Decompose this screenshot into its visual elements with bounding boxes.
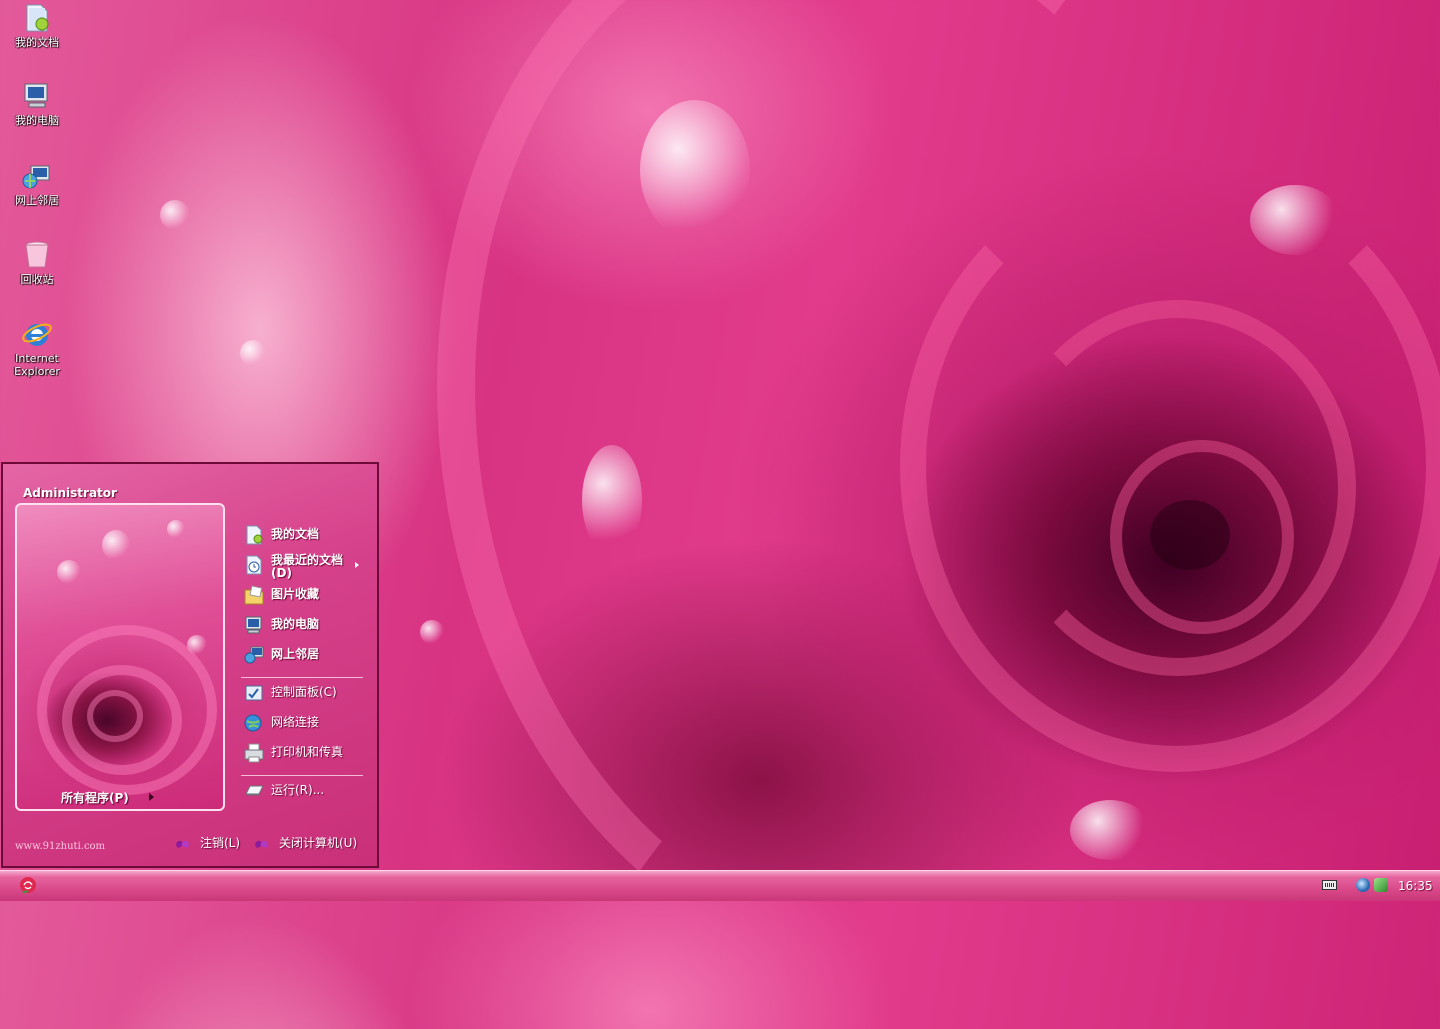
wallpaper-petal <box>1000 300 1356 676</box>
menu-separator <box>241 775 363 776</box>
wallpaper-petal <box>1110 440 1294 634</box>
water-drop <box>582 445 642 555</box>
menu-item-label: 网上邻居 <box>271 647 320 661</box>
menu-item-label: 运行(R)... <box>271 783 325 797</box>
desktop-icon-label: 网上邻居 <box>15 194 59 207</box>
water-drop <box>640 100 750 240</box>
my-computer-icon <box>21 80 53 112</box>
water-drop <box>1250 185 1340 255</box>
menu-item-label: 我最近的文档(D) <box>271 553 344 580</box>
desktop-icon-label: Internet Explorer <box>14 352 60 378</box>
security-icon[interactable] <box>1374 878 1388 892</box>
network-connections-icon <box>243 712 265 734</box>
menu-item-label: 网络连接 <box>271 715 320 729</box>
butterfly-icon <box>176 839 190 849</box>
my-pictures-icon <box>243 584 265 606</box>
desktop-icon-label: 我的文档 <box>15 36 59 49</box>
my-documents-icon <box>243 524 265 546</box>
menu-item-my-documents[interactable]: 我的文档 <box>241 522 365 548</box>
printers-icon <box>243 742 265 764</box>
water-drop <box>1070 800 1150 860</box>
preview-petal <box>87 690 143 742</box>
taskbar: 16:35 <box>0 870 1440 901</box>
desktop-icon-label: 回收站 <box>20 273 54 286</box>
menu-item-recent-documents[interactable]: 我最近的文档(D) <box>241 552 365 584</box>
water-drop <box>187 635 207 655</box>
water-drop <box>102 530 130 560</box>
menu-item-control-panel[interactable]: 控制面板(C) <box>241 680 365 706</box>
desktop-icon-my-computer[interactable]: 我的电脑 <box>2 80 72 127</box>
arrow-right-icon <box>149 793 154 801</box>
wallpaper-rose-center <box>1150 500 1230 570</box>
rose-icon <box>20 877 36 894</box>
desktop-icon-label: 我的电脑 <box>15 114 59 127</box>
shutdown-button[interactable]: 关闭计算机(U) <box>255 834 357 851</box>
menu-item-label: 控制面板(C) <box>271 685 337 699</box>
user-name: Administrator <box>23 486 117 500</box>
desktop-icon-network-places[interactable]: 网上邻居 <box>2 160 72 207</box>
menu-item-my-pictures[interactable]: 图片收藏 <box>241 582 365 608</box>
shutdown-label: 关闭计算机(U) <box>279 836 358 850</box>
menu-item-label: 打印机和传真 <box>271 745 344 759</box>
water-drop <box>57 560 81 584</box>
control-panel-icon <box>243 682 265 704</box>
desktop-icon-recycle-bin[interactable]: 回收站 <box>2 239 72 286</box>
menu-item-network-places[interactable]: 网上邻居 <box>241 642 365 668</box>
network-places-icon <box>21 160 53 192</box>
desktop-icon-internet-explorer[interactable]: Internet Explorer <box>2 318 72 378</box>
my-computer-icon <box>243 614 265 636</box>
internet-explorer-icon <box>21 318 53 350</box>
water-drop <box>420 620 444 644</box>
submenu-arrow-icon <box>355 562 359 568</box>
start-menu: Administrator 所有程序(P) 我的文档 我最近的文档(D) 图片收… <box>1 462 379 868</box>
keyboard-icon[interactable] <box>1322 880 1337 890</box>
menu-item-my-computer[interactable]: 我的电脑 <box>241 612 365 638</box>
all-programs-label[interactable]: 所有程序(P) <box>61 789 129 806</box>
menu-item-network-connections[interactable]: 网络连接 <box>241 710 365 736</box>
menu-item-label: 图片收藏 <box>271 587 320 601</box>
network-places-icon <box>243 644 265 666</box>
water-drop <box>160 200 190 230</box>
desktop-icon-my-documents[interactable]: 我的文档 <box>2 2 72 49</box>
network-status-icon[interactable] <box>1356 878 1370 892</box>
menu-item-printers-faxes[interactable]: 打印机和传真 <box>241 740 365 766</box>
butterfly-icon <box>255 839 269 849</box>
my-documents-icon <box>21 2 53 34</box>
start-button[interactable] <box>16 874 40 898</box>
watermark-text: www.91zhuti.com <box>15 841 106 852</box>
water-drop <box>167 520 185 538</box>
menu-item-label: 我的文档 <box>271 527 320 541</box>
logoff-button[interactable]: 注销(L) <box>176 834 240 851</box>
water-drop <box>240 340 266 366</box>
logoff-label: 注销(L) <box>200 836 241 850</box>
recycle-bin-icon <box>21 239 53 271</box>
wallpaper-petal <box>900 160 1440 772</box>
menu-item-label: 我的电脑 <box>271 617 320 631</box>
run-icon <box>243 780 265 802</box>
taskbar-clock[interactable]: 16:35 <box>1398 879 1433 893</box>
recent-documents-icon <box>243 554 265 576</box>
menu-separator <box>241 677 363 678</box>
menu-item-run[interactable]: 运行(R)... <box>241 778 365 804</box>
all-programs-panel[interactable]: 所有程序(P) <box>15 503 225 811</box>
